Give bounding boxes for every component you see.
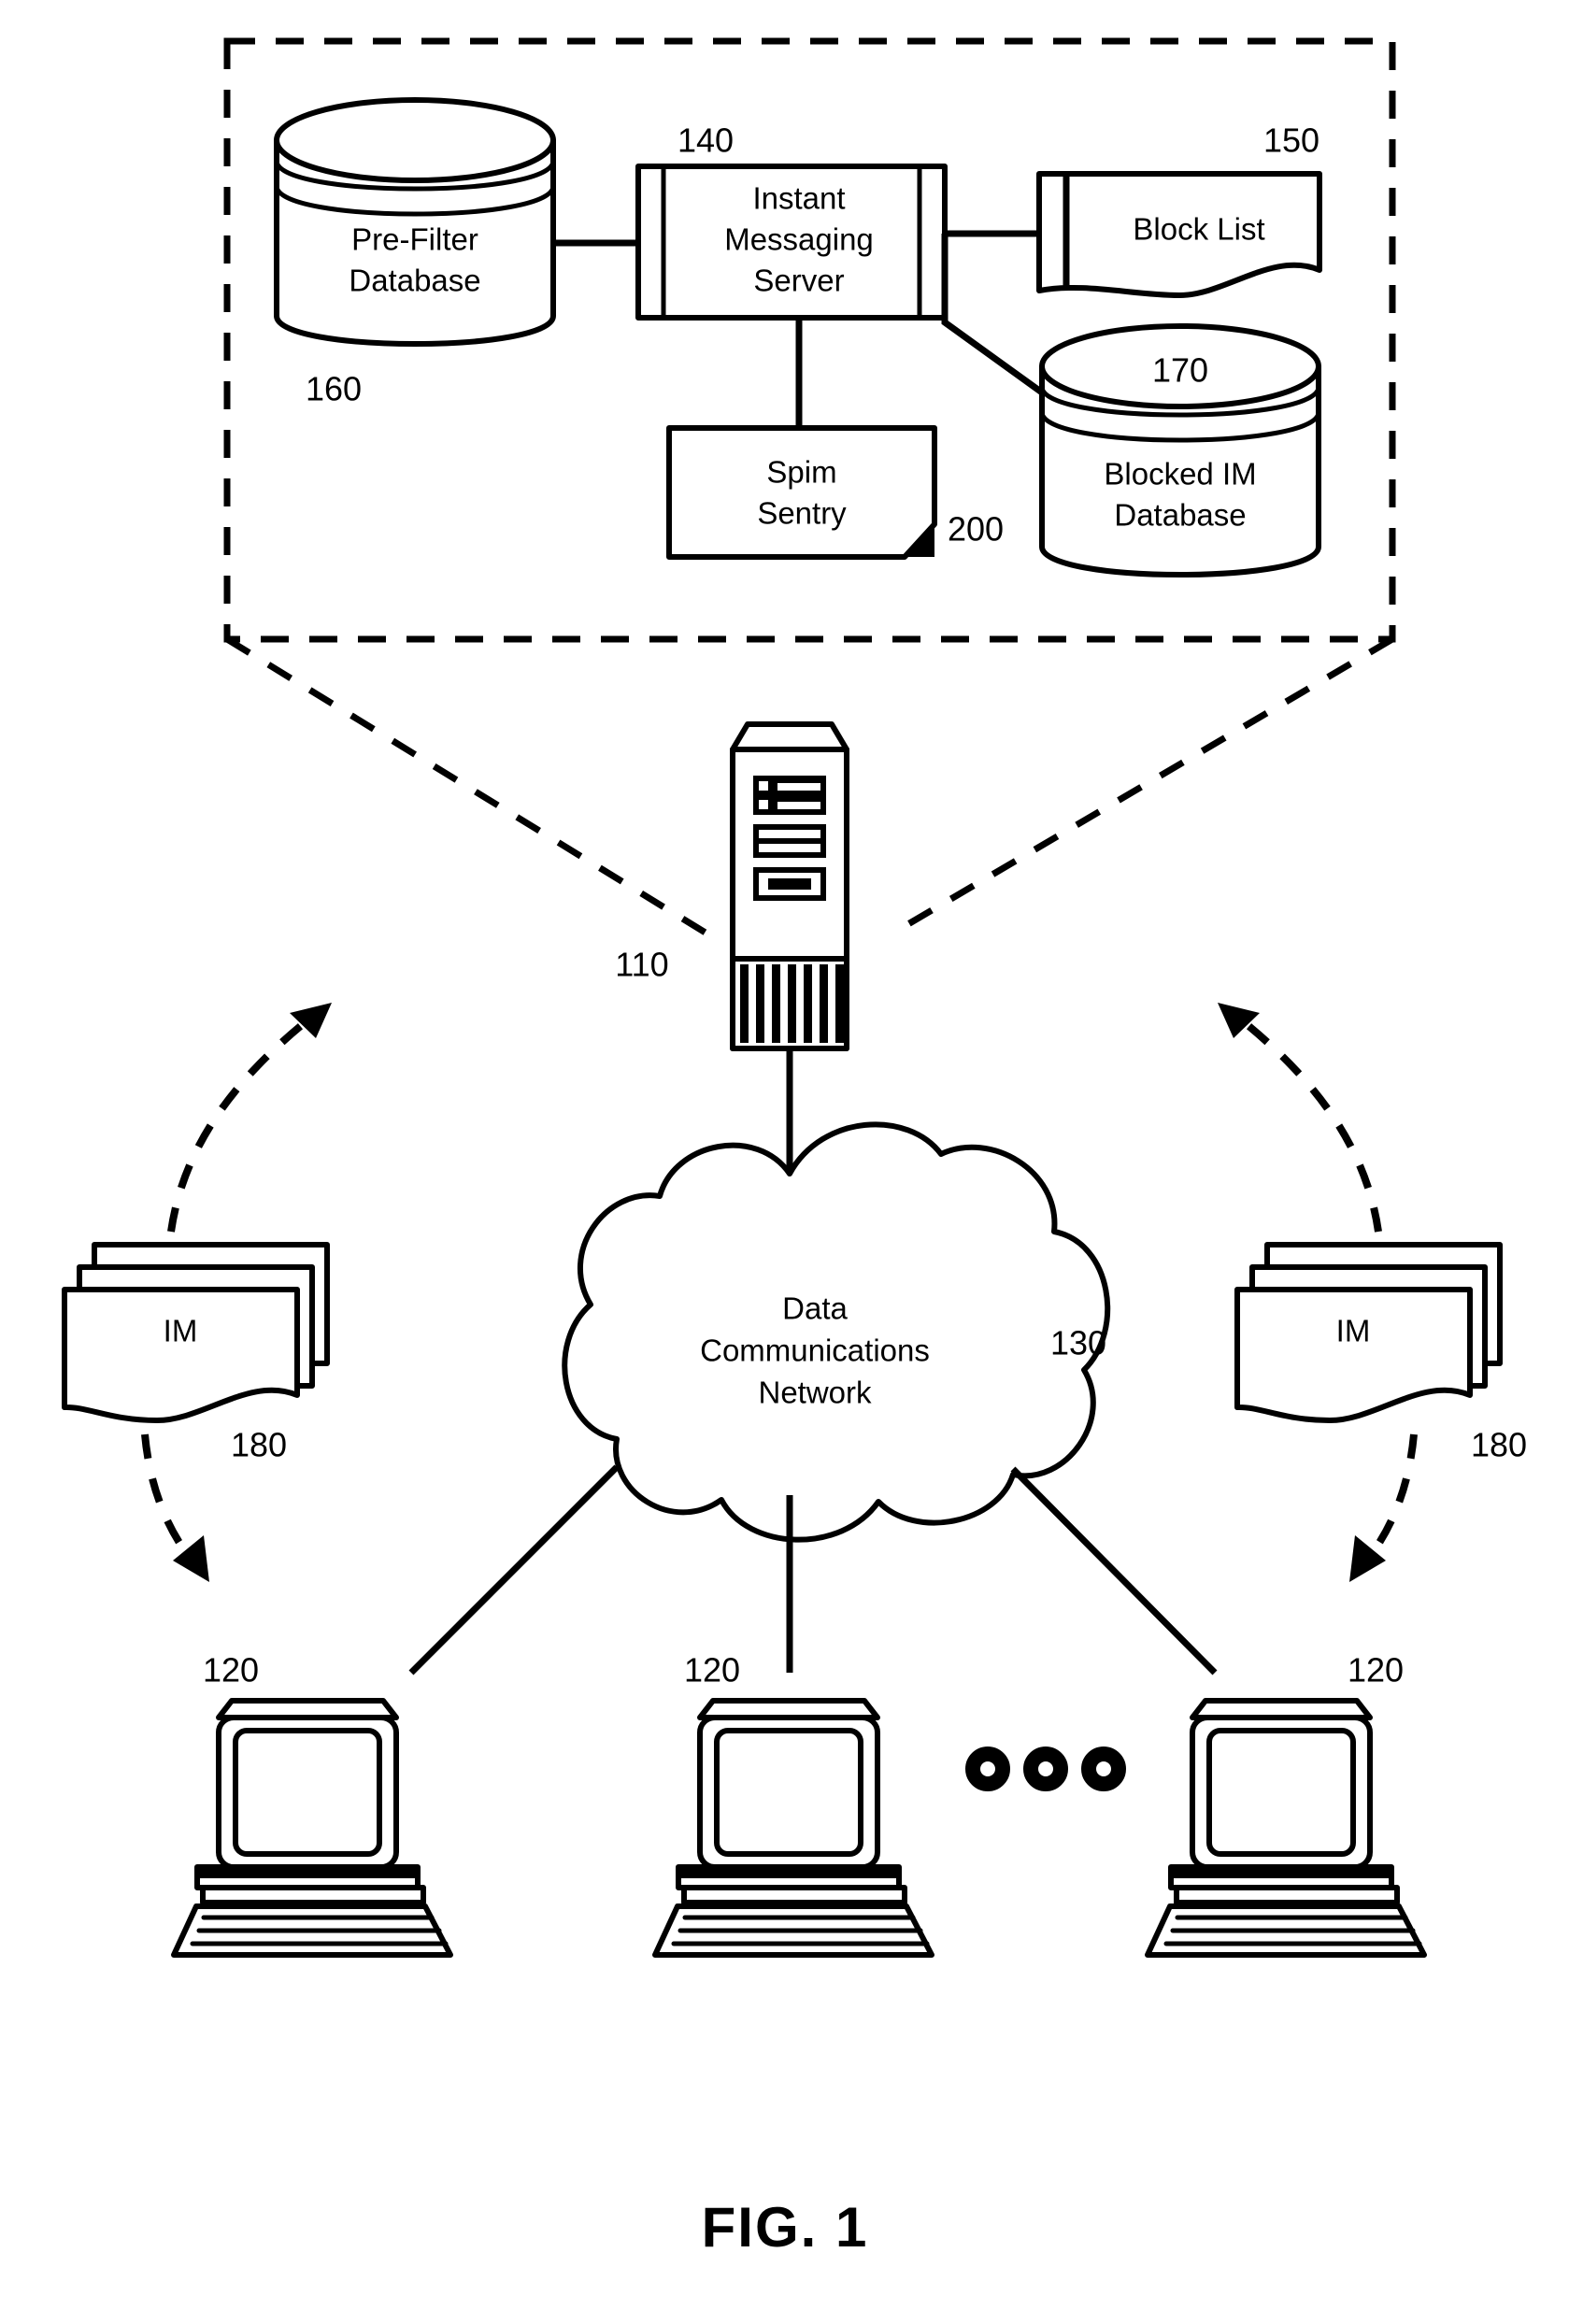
network-label-line1: Data bbox=[782, 1291, 848, 1326]
ref-120-2: 120 bbox=[684, 1651, 740, 1690]
node-blocked-im-database[interactable]: 170 Blocked IM Database bbox=[1039, 323, 1321, 577]
ims-label-line2: Messaging bbox=[724, 222, 874, 257]
node-client-workstation-3[interactable] bbox=[1145, 1698, 1427, 1958]
node-client-workstation-2[interactable] bbox=[652, 1698, 934, 1958]
more-clients-ellipsis bbox=[965, 1747, 1126, 1791]
ref-120-1: 120 bbox=[203, 1651, 259, 1690]
im-stack-right-label: IM bbox=[1336, 1314, 1371, 1348]
network-label-line2: Communications bbox=[700, 1333, 930, 1368]
ref-170: 170 bbox=[1152, 351, 1208, 390]
ref-130: 130 bbox=[1050, 1324, 1106, 1362]
patent-figure: Pre-Filter Database 160 Instant Messagin… bbox=[0, 0, 1569, 2324]
ref-150: 150 bbox=[1263, 121, 1319, 160]
drive-bay-2-icon bbox=[753, 824, 826, 858]
node-im-stack-left[interactable]: IM bbox=[62, 1242, 330, 1423]
figure-caption: FIG. 1 bbox=[702, 2196, 869, 2259]
node-im-stack-right[interactable]: IM bbox=[1234, 1242, 1503, 1423]
spim-sentry-label-line1: Spim bbox=[766, 455, 836, 490]
spim-sentry-label-line2: Sentry bbox=[757, 496, 847, 531]
link-server-to-blockeddb bbox=[941, 234, 1045, 395]
blocked-im-db-label-line2: Database bbox=[1114, 498, 1246, 533]
block-list-label: Block List bbox=[1133, 212, 1264, 247]
node-block-list[interactable]: Block List bbox=[1036, 171, 1322, 298]
pre-filter-database-label-line2: Database bbox=[349, 264, 480, 298]
node-pre-filter-database[interactable]: Pre-Filter Database bbox=[274, 97, 556, 347]
ref-180-right: 180 bbox=[1471, 1426, 1527, 1464]
ref-160: 160 bbox=[306, 370, 362, 408]
ref-140: 140 bbox=[678, 121, 734, 160]
node-instant-messaging-server[interactable]: Instant Messaging Server bbox=[635, 164, 948, 321]
ref-120-3: 120 bbox=[1348, 1651, 1404, 1690]
node-spim-sentry[interactable]: Spim Sentry bbox=[666, 425, 937, 560]
im-stack-left-label: IM bbox=[164, 1314, 198, 1348]
ims-label-line1: Instant bbox=[752, 181, 845, 216]
network-label-line3: Network bbox=[758, 1376, 872, 1410]
pre-filter-database-label-line1: Pre-Filter bbox=[351, 222, 478, 257]
blocked-im-db-label-line1: Blocked IM bbox=[1104, 457, 1256, 492]
node-im-server-tower[interactable] bbox=[730, 721, 849, 1051]
ref-180-left: 180 bbox=[231, 1426, 287, 1464]
figure-canvas: Pre-Filter Database 160 Instant Messagin… bbox=[62, 37, 1527, 2259]
ref-110: 110 bbox=[615, 946, 668, 984]
node-client-workstation-1[interactable] bbox=[171, 1698, 453, 1958]
node-data-communications-network[interactable]: Data Communications Network bbox=[562, 1121, 1111, 1543]
ref-200: 200 bbox=[948, 510, 1004, 549]
ims-label-line3: Server bbox=[753, 264, 844, 298]
